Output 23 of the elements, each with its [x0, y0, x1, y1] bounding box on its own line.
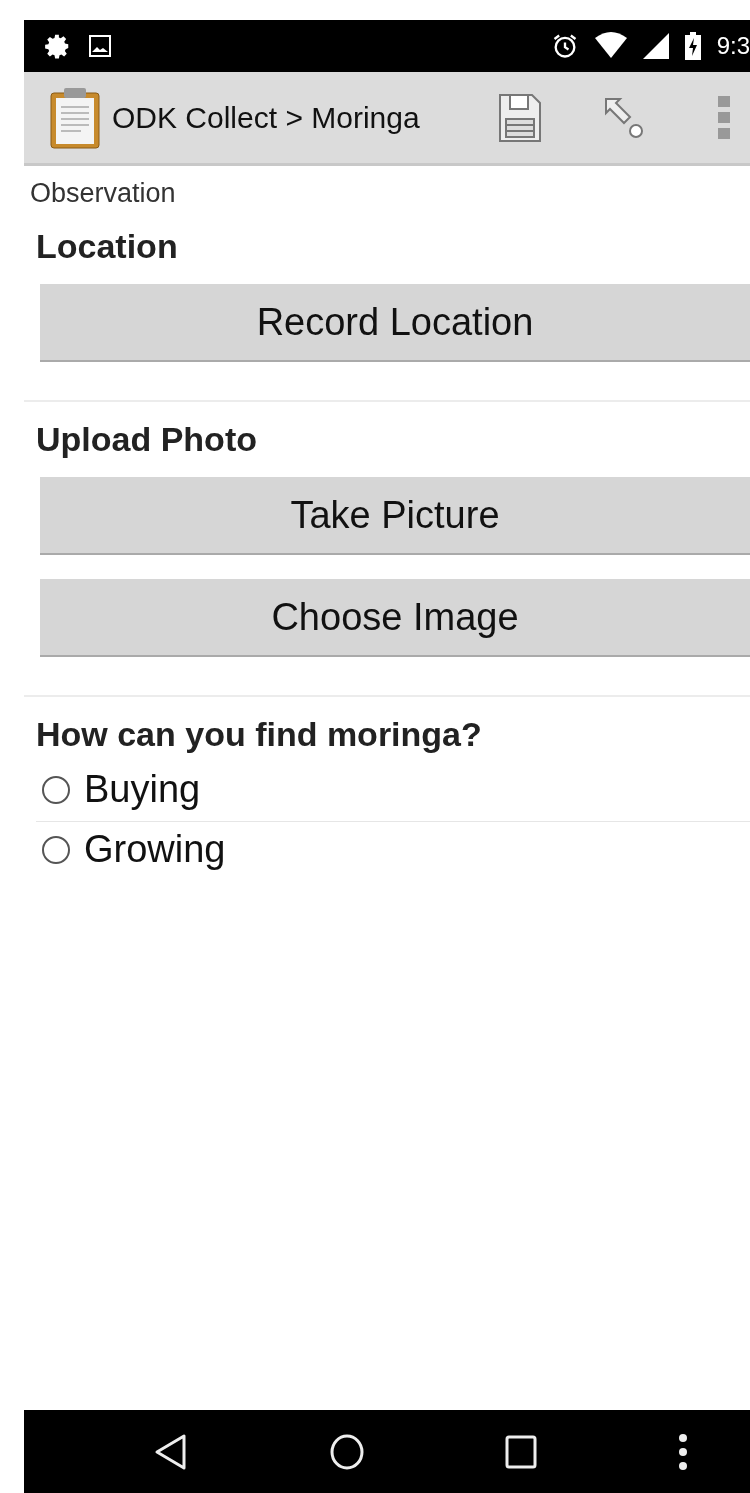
group-title: Observation: [30, 178, 177, 209]
radio-button[interactable]: [42, 835, 70, 864]
wifi-icon: [594, 32, 627, 60]
action-button[interactable]: Choose Image: [40, 579, 750, 657]
option-label[interactable]: Growing: [84, 828, 226, 871]
recents-button[interactable]: [505, 1434, 538, 1469]
signal-icon: [642, 33, 669, 59]
status-time: 9:3: [716, 32, 750, 60]
more-icon: [718, 95, 730, 140]
image-icon: [88, 34, 112, 58]
radio-button[interactable]: [42, 775, 70, 804]
home-button[interactable]: [328, 1432, 365, 1471]
question-label: How can you find moringa?: [36, 715, 483, 754]
question-label: Upload Photo: [36, 420, 258, 459]
back-button[interactable]: [154, 1432, 189, 1471]
app-title: ODK Collect > Moringa: [112, 100, 420, 135]
question-label: Location: [36, 227, 179, 266]
option-label[interactable]: Buying: [84, 768, 201, 811]
clipboard-icon: [50, 86, 100, 149]
action-button[interactable]: Take Picture: [40, 477, 750, 555]
battery-icon: [684, 32, 701, 60]
menu-button[interactable]: [677, 1432, 688, 1471]
action-button[interactable]: Record Location: [40, 284, 750, 362]
